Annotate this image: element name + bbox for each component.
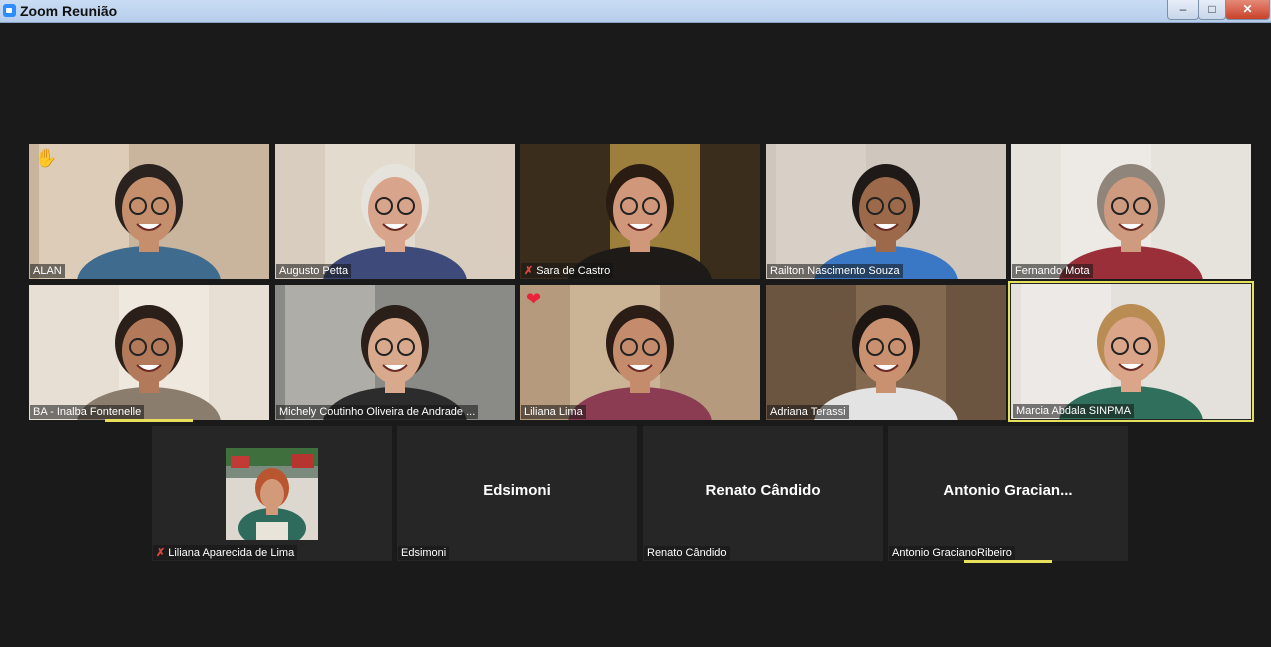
participant-name: Antonio GracianoRibeiro [889, 546, 1015, 560]
participant-tile[interactable]: ❤ Liliana Lima [520, 285, 760, 420]
participant-video [1011, 284, 1251, 419]
participant-name: Liliana Aparecida de Lima [168, 547, 295, 559]
window-title: Zoom Reunião [20, 3, 118, 19]
participant-name: Michely Coutinho Oliveira de Andrade ... [276, 405, 479, 419]
participant-name: Edsimoni [398, 546, 450, 560]
participant-video [275, 144, 515, 279]
participant-tile[interactable]: BA - Inalba Fontenelle [29, 285, 269, 420]
participant-name: Augusto Petta [276, 264, 352, 278]
participant-name: ALAN [30, 264, 65, 278]
participant-name: Marcia Abdala SINPMA [1013, 404, 1134, 418]
zoom-app-icon [3, 4, 16, 17]
participant-display-name: Renato Cândido [705, 482, 821, 499]
profile-picture [226, 448, 318, 540]
participant-tile[interactable]: ✗ Liliana Aparecida de Lima [152, 426, 392, 561]
close-button[interactable]: ✕ [1225, 0, 1270, 20]
participant-video [520, 285, 760, 420]
window-titlebar: Zoom Reunião – □ ✕ [0, 0, 1271, 23]
participant-tile[interactable]: Fernando Mota [1011, 144, 1251, 279]
participant-tile[interactable]: Adriana Terassi [766, 285, 1006, 420]
heart-reaction-icon: ❤ [526, 289, 542, 309]
participant-name: Adriana Terassi [767, 405, 849, 419]
participant-tile[interactable]: Augusto Petta [275, 144, 515, 279]
participant-name: Railton Nascimento Souza [767, 264, 903, 278]
muted-microphone-icon: ✗ [156, 547, 166, 559]
active-speaker-tile[interactable]: Marcia Abdala SINPMA [1008, 281, 1254, 422]
participant-video [766, 285, 1006, 420]
participant-video [520, 144, 760, 279]
participant-video [275, 285, 515, 420]
participant-display-name: Edsimoni [483, 482, 551, 499]
gallery-view: ✋ ALAN Augusto Petta ✗ Sara de Castro Rai… [0, 23, 1271, 647]
participant-video [1011, 144, 1251, 279]
muted-microphone-icon: ✗ [524, 265, 534, 277]
participant-name-wrap: ✗ Liliana Aparecida de Lima [153, 545, 298, 560]
participant-tile[interactable]: ✋ ALAN [29, 144, 269, 279]
participant-name: Fernando Mota [1012, 264, 1093, 278]
raise-hand-icon: ✋ [35, 148, 58, 168]
participant-tile[interactable]: Antonio Gracian... Antonio GracianoRibei… [888, 426, 1128, 561]
participant-tile[interactable]: Renato Cândido Renato Cândido [643, 426, 883, 561]
participant-name: Renato Cândido [644, 546, 730, 560]
participant-name: Sara de Castro [536, 265, 611, 277]
speaking-indicator [105, 419, 193, 422]
participant-name: Liliana Lima [521, 405, 586, 419]
participant-video [29, 285, 269, 420]
participant-tile[interactable]: Edsimoni Edsimoni [397, 426, 637, 561]
minimize-button[interactable]: – [1167, 0, 1199, 20]
participant-name-wrap: ✗ Sara de Castro [521, 263, 614, 278]
participant-tile[interactable]: Michely Coutinho Oliveira de Andrade ... [275, 285, 515, 420]
participant-video [766, 144, 1006, 279]
maximize-button[interactable]: □ [1198, 0, 1226, 20]
participant-video [29, 144, 269, 279]
speaking-indicator [964, 560, 1052, 563]
participant-name: BA - Inalba Fontenelle [30, 405, 145, 419]
participant-tile[interactable]: ✗ Sara de Castro [520, 144, 760, 279]
participant-display-name: Antonio Gracian... [943, 482, 1073, 499]
participant-tile[interactable]: Railton Nascimento Souza [766, 144, 1006, 279]
